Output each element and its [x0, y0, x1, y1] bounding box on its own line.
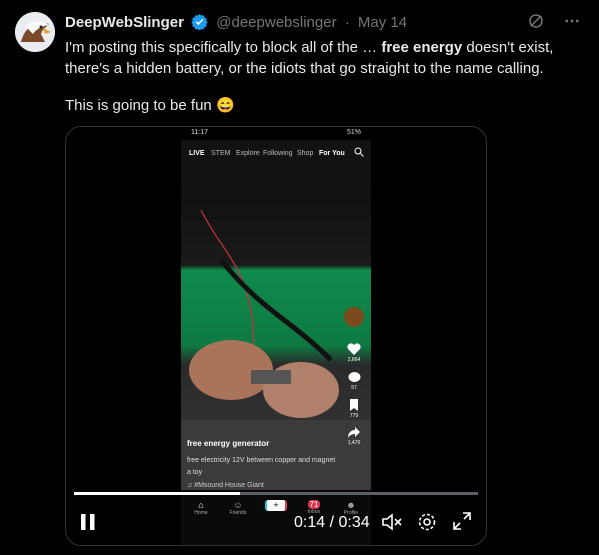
tweet-date[interactable]: May 14 [358, 14, 407, 31]
video-progress-bar[interactable] [74, 492, 478, 495]
heart-icon [343, 343, 365, 357]
phone-battery: 51% [346, 129, 361, 136]
separator: · [344, 14, 350, 31]
text-part-1: I'm posting this specifically to block a… [65, 39, 382, 56]
time-separator: / [325, 514, 339, 531]
phone-nav: LIVE STEM Explore Following Shop For You [181, 140, 371, 190]
fullscreen-icon[interactable] [453, 512, 471, 535]
caption-music: ♫ #Msound House Giant [187, 482, 264, 489]
tweet-text: I'm posting this specifically to block a… [65, 37, 580, 116]
creator-avatar-icon [344, 307, 364, 327]
header-actions [527, 12, 581, 35]
video-frame: 11:17 51% LIVE STEM Explore Following Sh… [181, 127, 371, 545]
nav-item: Shop [297, 150, 314, 157]
author-name[interactable]: DeepWebSlinger [65, 14, 184, 31]
bookmark-icon [343, 399, 365, 413]
current-time: 0:14 [294, 514, 326, 531]
pause-icon[interactable] [80, 512, 96, 537]
more-icon[interactable] [563, 12, 581, 35]
comment-icon [343, 371, 365, 385]
nav-item: Following [263, 150, 293, 157]
comments-count: 57 [351, 385, 357, 391]
verified-badge-icon [191, 13, 208, 34]
video-progress-fill [74, 492, 240, 495]
tweet-paragraph-1: I'm posting this specifically to block a… [65, 37, 580, 79]
phone-status-bar: 11:17 51% [181, 127, 371, 140]
shares-count: 1,470 [347, 440, 361, 446]
phone-time: 11:17 [191, 129, 208, 136]
caption-title: free energy generator [187, 439, 270, 448]
author-handle[interactable]: @deepwebslinger [216, 14, 336, 31]
caption-description: free electricity 12V between copper and … [187, 457, 336, 476]
grin-emoji: 😄 [215, 97, 235, 114]
nav-item: Explore [236, 150, 260, 157]
video-controls: 0:14 / 0:34 [66, 503, 486, 543]
avatar[interactable] [15, 12, 55, 52]
grok-icon[interactable] [527, 12, 545, 35]
live-label: LIVE [189, 150, 205, 157]
mute-icon[interactable] [381, 512, 403, 537]
saves-count: 779 [349, 413, 359, 419]
nav-item: STEM [211, 150, 231, 157]
share-icon [343, 427, 365, 440]
likes-count: 2,664 [347, 357, 361, 363]
tweet-header: DeepWebSlinger @deepwebslinger · May 14 [65, 13, 407, 34]
tweet-paragraph-2: This is going to be fun 😄 [65, 95, 580, 116]
nav-item: For You [319, 150, 345, 157]
video-player[interactable]: 11:17 51% LIVE STEM Explore Following Sh… [65, 126, 487, 546]
video-caption: free energy generator free electricity 1… [187, 439, 337, 489]
settings-icon[interactable] [417, 512, 437, 537]
duration: 0:34 [338, 514, 370, 531]
text-line-2: This is going to be fun [65, 97, 212, 114]
text-highlight: free energy [381, 39, 463, 56]
video-time: 0:14 / 0:34 [294, 514, 370, 532]
phone-actions: 2,664 57 779 1,470 [343, 307, 365, 446]
phone-search-icon [354, 147, 364, 159]
